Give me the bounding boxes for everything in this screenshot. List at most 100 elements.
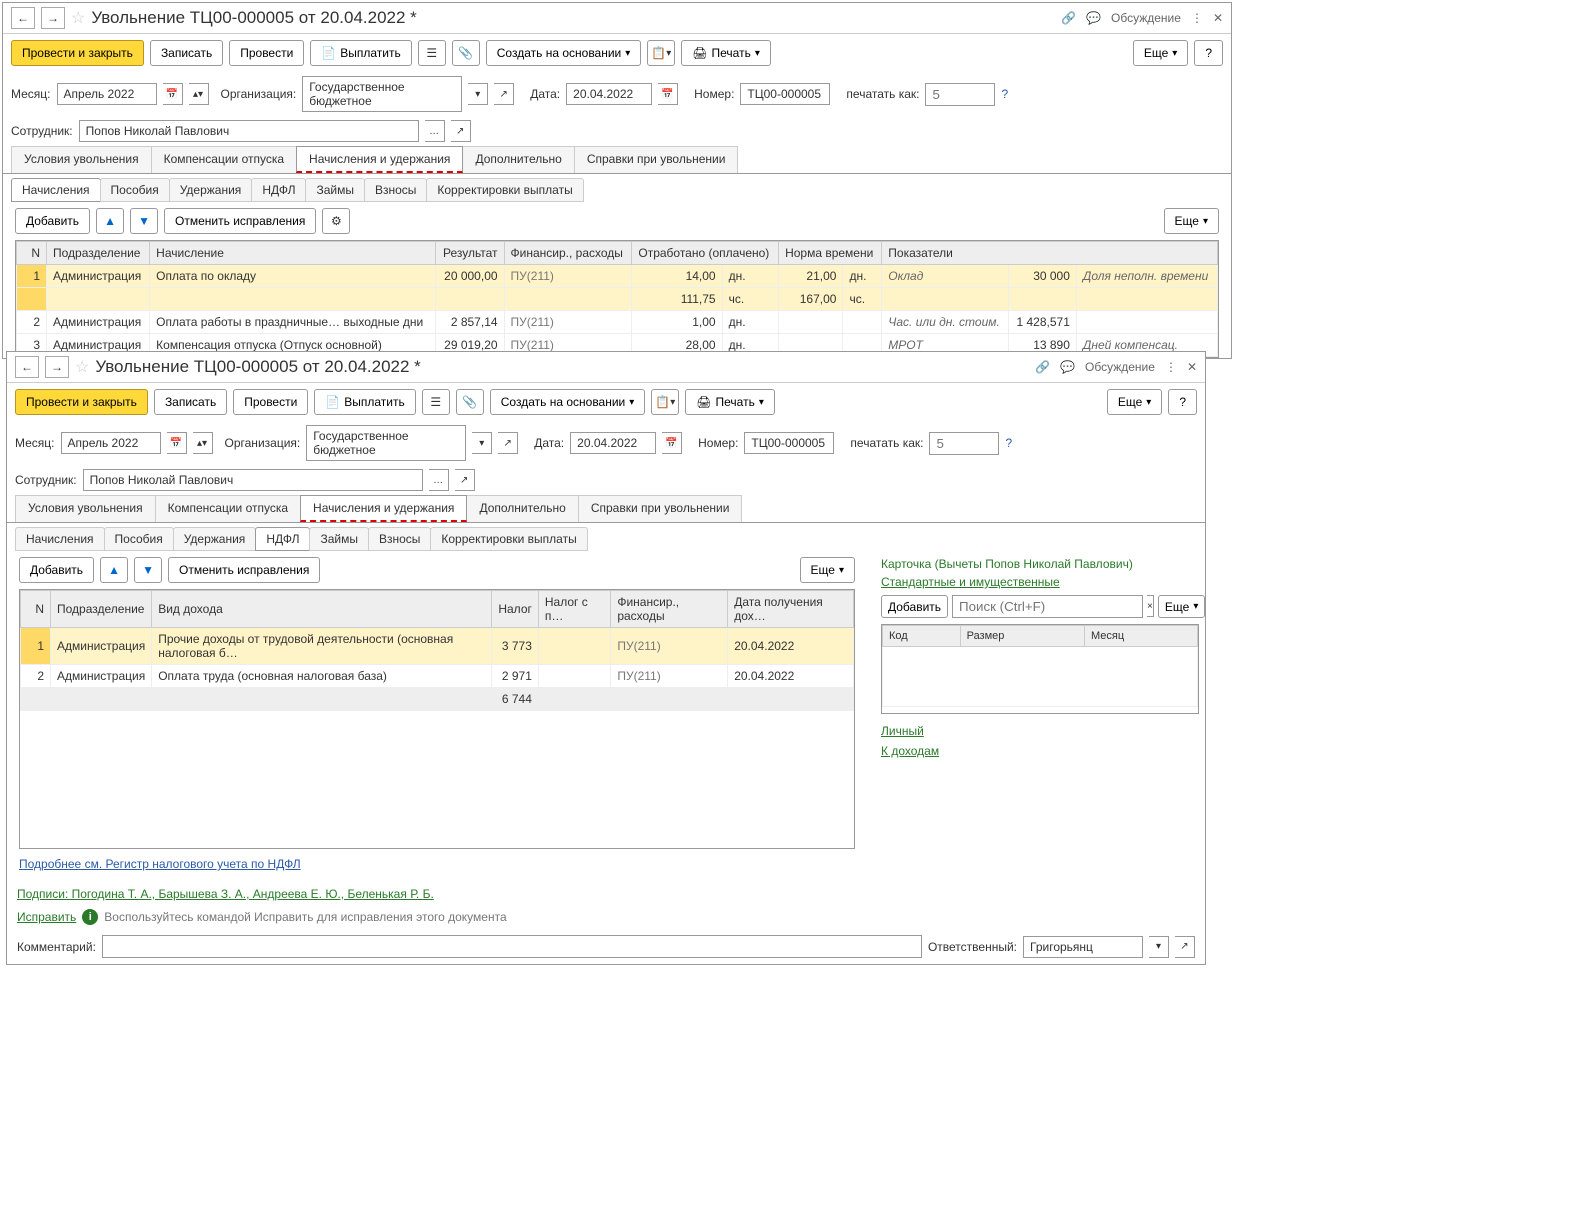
help-icon[interactable]: ? xyxy=(1001,87,1008,101)
tax-register-link[interactable]: Подробнее см. Регистр налогового учета п… xyxy=(19,857,301,871)
print-button[interactable]: 🖨Печать xyxy=(681,40,771,66)
chat-icon[interactable]: 💬 xyxy=(1060,360,1075,374)
chat-icon[interactable]: 💬 xyxy=(1086,11,1101,25)
subtab-contributions[interactable]: Взносы xyxy=(368,527,431,551)
ellipsis-icon[interactable]: … xyxy=(425,120,445,142)
subtab-deductions[interactable]: Удержания xyxy=(169,178,253,202)
subtab-accruals[interactable]: Начисления xyxy=(11,178,101,202)
close-icon[interactable]: ✕ xyxy=(1213,11,1223,25)
help-icon[interactable]: ? xyxy=(1005,436,1012,450)
config-icon[interactable]: ⚙ xyxy=(322,208,350,234)
move-down-icon[interactable]: ▼ xyxy=(130,208,158,234)
tab-accruals-deductions[interactable]: Начисления и удержания xyxy=(300,495,467,522)
post-button[interactable]: Провести xyxy=(233,389,308,415)
help-button[interactable]: ? xyxy=(1168,389,1197,415)
std-deductions-link[interactable]: Стандартные и имущественные xyxy=(881,575,1060,589)
tab-additional[interactable]: Дополнительно xyxy=(462,146,574,173)
misc-dropdown[interactable]: 📋 xyxy=(647,40,675,66)
comment-field[interactable] xyxy=(102,935,922,958)
kebab-icon[interactable]: ⋮ xyxy=(1191,11,1203,25)
subtab-corrections[interactable]: Корректировки выплаты xyxy=(426,178,583,202)
org-field[interactable]: Государственное бюджетное xyxy=(306,425,466,461)
table-row[interactable]: 2 Администрация Оплата труда (основная н… xyxy=(21,665,854,688)
forward-button[interactable]: → xyxy=(41,7,65,29)
add-row-button[interactable]: Добавить xyxy=(15,208,90,234)
pay-button[interactable]: 📄Выплатить xyxy=(314,389,415,415)
subtab-ndfl[interactable]: НДФЛ xyxy=(255,527,310,551)
table-more-button[interactable]: Еще xyxy=(800,557,855,583)
tab-additional[interactable]: Дополнительно xyxy=(466,495,578,522)
dropdown-icon[interactable]: ▾ xyxy=(468,83,488,105)
tab-conditions[interactable]: Условия увольнения xyxy=(15,495,156,522)
kebab-icon[interactable]: ⋮ xyxy=(1165,360,1177,374)
attach-icon[interactable]: 📎 xyxy=(456,389,484,415)
dropdown-icon[interactable]: ▾ xyxy=(1149,936,1169,958)
panel-add-button[interactable]: Добавить xyxy=(881,595,948,618)
open-icon[interactable]: ↗ xyxy=(455,469,475,491)
back-button[interactable]: ← xyxy=(15,356,39,378)
employee-field[interactable]: Попов Николай Павлович xyxy=(83,469,423,491)
discuss-label[interactable]: Обсуждение xyxy=(1111,11,1181,25)
move-up-icon[interactable]: ▲ xyxy=(100,557,128,583)
link-icon[interactable]: 🔗 xyxy=(1035,360,1050,374)
help-button[interactable]: ? xyxy=(1194,40,1223,66)
clear-search-icon[interactable]: × xyxy=(1147,595,1154,617)
print-as-field[interactable] xyxy=(929,432,999,455)
forward-button[interactable]: → xyxy=(45,356,69,378)
create-based-button[interactable]: Создать на основании xyxy=(486,40,642,66)
write-button[interactable]: Записать xyxy=(150,40,223,66)
star-icon[interactable]: ☆ xyxy=(71,8,85,28)
post-and-close-button[interactable]: Провести и закрыть xyxy=(11,40,144,66)
date-field[interactable]: 20.04.2022 xyxy=(566,83,652,105)
subtab-loans[interactable]: Займы xyxy=(309,527,369,551)
link-icon[interactable]: 🔗 xyxy=(1061,11,1076,25)
tab-references[interactable]: Справки при увольнении xyxy=(578,495,743,522)
subtab-contributions[interactable]: Взносы xyxy=(364,178,427,202)
subtab-benefits[interactable]: Пособия xyxy=(100,178,170,202)
discuss-label[interactable]: Обсуждение xyxy=(1085,360,1155,374)
tab-conditions[interactable]: Условия увольнения xyxy=(11,146,152,173)
open-icon[interactable]: ↗ xyxy=(494,83,514,105)
open-icon[interactable]: ↗ xyxy=(498,432,518,454)
cancel-fixes-button[interactable]: Отменить исправления xyxy=(168,557,320,583)
open-icon[interactable]: ↗ xyxy=(1175,936,1195,958)
print-button[interactable]: 🖨Печать xyxy=(685,389,775,415)
more-button[interactable]: Еще xyxy=(1133,40,1188,66)
subtab-loans[interactable]: Займы xyxy=(305,178,365,202)
spinner-icon[interactable]: ▴▾ xyxy=(189,83,209,105)
attach-icon[interactable]: 📎 xyxy=(452,40,480,66)
to-income-link[interactable]: К доходам xyxy=(881,744,939,758)
subtab-deductions[interactable]: Удержания xyxy=(173,527,257,551)
table-row[interactable]: 2 Администрация Оплата работы в празднич… xyxy=(17,311,1218,334)
add-row-button[interactable]: Добавить xyxy=(19,557,94,583)
pay-button[interactable]: 📄Выплатить xyxy=(310,40,411,66)
org-field[interactable]: Государственное бюджетное xyxy=(302,76,462,112)
more-button[interactable]: Еще xyxy=(1107,389,1162,415)
number-field[interactable]: ТЦ00-000005 xyxy=(744,432,834,454)
subtab-benefits[interactable]: Пособия xyxy=(104,527,174,551)
date-field[interactable]: 20.04.2022 xyxy=(570,432,656,454)
list-icon[interactable]: ☰ xyxy=(422,389,450,415)
panel-more-button[interactable]: Еще xyxy=(1158,595,1205,618)
move-down-icon[interactable]: ▼ xyxy=(134,557,162,583)
subtab-accruals[interactable]: Начисления xyxy=(15,527,105,551)
open-icon[interactable]: ↗ xyxy=(451,120,471,142)
print-as-field[interactable] xyxy=(925,83,995,106)
close-icon[interactable]: ✕ xyxy=(1187,360,1197,374)
back-button[interactable]: ← xyxy=(11,7,35,29)
calendar-icon[interactable]: 📅 xyxy=(662,432,682,454)
misc-dropdown[interactable]: 📋 xyxy=(651,389,679,415)
month-field[interactable]: Апрель 2022 xyxy=(57,83,157,105)
responsible-field[interactable]: Григорьянц xyxy=(1023,936,1143,958)
subtab-ndfl[interactable]: НДФЛ xyxy=(251,178,306,202)
calendar-icon[interactable]: 📅 xyxy=(658,83,678,105)
employee-field[interactable]: Попов Николай Павлович xyxy=(79,120,419,142)
personal-link[interactable]: Личный xyxy=(881,724,924,738)
table-row[interactable]: 1 Администрация Оплата по окладу 20 000,… xyxy=(17,265,1218,288)
tab-vacation-comp[interactable]: Компенсации отпуска xyxy=(155,495,301,522)
list-icon[interactable]: ☰ xyxy=(418,40,446,66)
post-button[interactable]: Провести xyxy=(229,40,304,66)
table-row[interactable]: 111,75 чс. 167,00 чс. xyxy=(17,288,1218,311)
panel-search-input[interactable] xyxy=(952,595,1143,618)
tab-references[interactable]: Справки при увольнении xyxy=(574,146,739,173)
